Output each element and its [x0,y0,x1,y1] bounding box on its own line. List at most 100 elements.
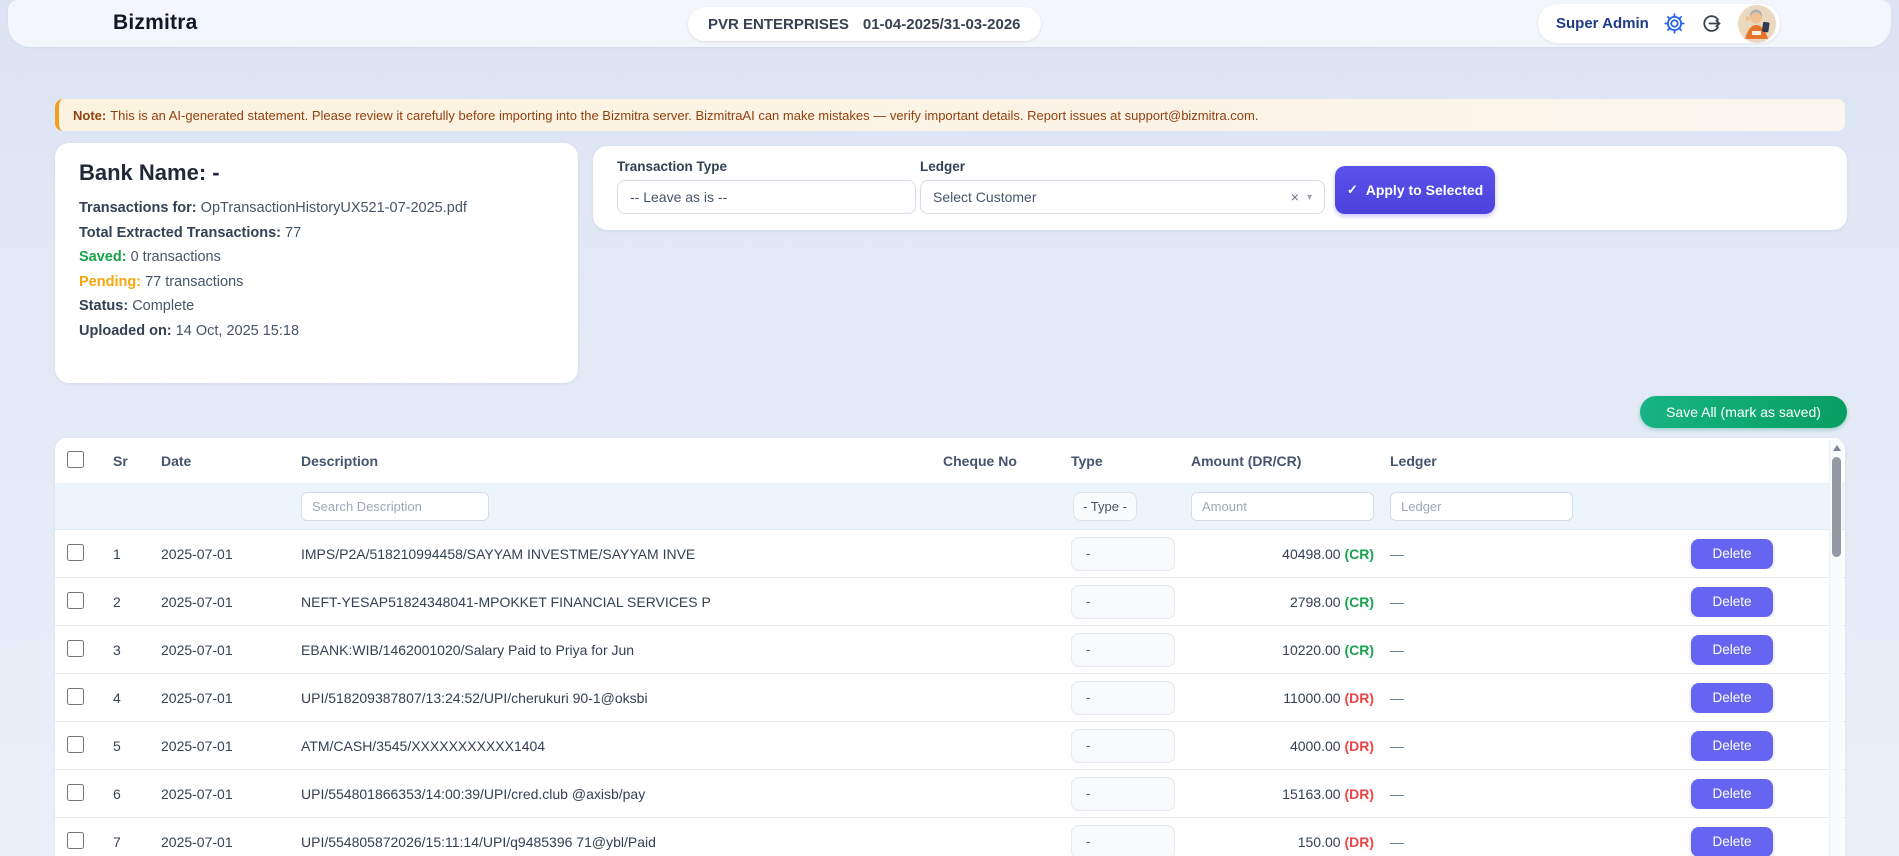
row-date: 2025-07-01 [161,737,233,754]
row-sr: 7 [113,833,121,850]
table-row: 3 2025-07-01 EBANK:WIB/1462001020/Salary… [55,626,1845,674]
delete-button[interactable]: Delete [1691,730,1773,761]
table-row: 5 2025-07-01 ATM/CASH/3545/XXXXXXXXXXX14… [55,722,1845,770]
row-date: 2025-07-01 [161,785,233,802]
row-type-select[interactable]: - [1071,824,1175,856]
ledger-field: Ledger Select Customer × ▾ [920,159,1325,214]
ledger-filter-input[interactable] [1390,492,1573,521]
scroll-up-arrow-icon[interactable] [1833,445,1841,451]
row-ledger: — [1390,641,1404,658]
scrollbar-thumb[interactable] [1832,457,1841,557]
drcr-badge: (DR) [1344,689,1374,706]
drcr-badge: (DR) [1344,737,1374,754]
uploaded-line: Uploaded on: 14 Oct, 2025 15:18 [79,322,300,339]
user-avatar[interactable] [1737,4,1776,43]
org-pill: PVR ENTERPRISES 01-04-2025/31-03-2026 [688,7,1041,41]
search-description-input[interactable] [301,492,489,521]
row-date: 2025-07-01 [161,593,233,610]
row-type-select[interactable]: - [1071,680,1175,715]
drcr-badge: (CR) [1344,641,1374,658]
row-checkbox[interactable] [67,735,84,753]
row-description: IMPS/P2A/518210994458/SAYYAM INVESTME/SA… [301,545,696,562]
drcr-badge: (DR) [1344,785,1374,802]
row-ledger: — [1390,833,1404,850]
row-checkbox[interactable] [67,639,84,657]
status-line: Status: Complete [79,298,195,314]
delete-button[interactable]: Delete [1691,826,1773,856]
delete-button[interactable]: Delete [1691,634,1773,665]
select-all-checkbox[interactable] [67,450,84,468]
row-sr: 1 [113,545,121,562]
delete-button[interactable]: Delete [1691,682,1773,713]
row-description: NEFT-YESAP51824348041-MPOKKET FINANCIAL … [301,593,711,610]
row-description: ATM/CASH/3545/XXXXXXXXXXX1404 [301,737,546,754]
row-type-select[interactable]: - [1071,728,1175,763]
delete-button[interactable]: Delete [1691,778,1773,809]
fiscal-year: 01-04-2025/31-03-2026 [862,15,1021,33]
row-type-select[interactable]: - [1071,536,1175,571]
table-row: 1 2025-07-01 IMPS/P2A/518210994458/SAYYA… [55,530,1845,578]
row-sr: 4 [113,689,121,706]
ledger-select[interactable]: Select Customer × ▾ [920,180,1325,214]
table-header-row: Sr Date Description Cheque No Type Amoun… [55,438,1845,484]
table-row: 2 2025-07-01 NEFT-YESAP51824348041-MPOKK… [55,578,1845,626]
row-date: 2025-07-01 [161,641,233,658]
brand-logo: Bizmitra [113,11,198,34]
ai-note-banner: Note: This is an AI-generated statement.… [55,99,1845,131]
row-type-select[interactable]: - [1071,584,1175,619]
row-description: UPI/554805872026/15:11:14/UPI/q9485396 7… [301,833,656,850]
transaction-type-select[interactable]: -- Leave as is -- [617,180,916,214]
chevron-down-icon: ▾ [1306,191,1312,203]
note-text: This is an AI-generated statement. Pleas… [110,107,1259,123]
col-amount: Amount (DR/CR) [1191,452,1302,469]
user-role-label: Super Admin [1556,15,1649,32]
app-header: Bizmitra PVR ENTERPRISES 01-04-2025/31-0… [8,0,1891,47]
row-ledger: — [1390,593,1404,610]
row-checkbox[interactable] [67,543,84,561]
row-description: EBANK:WIB/1462001020/Salary Paid to Priy… [301,641,635,658]
row-ledger: — [1390,545,1404,562]
pending-line: Pending: 77 transactions [79,273,244,290]
table-body: 1 2025-07-01 IMPS/P2A/518210994458/SAYYA… [55,530,1845,856]
row-checkbox[interactable] [67,591,84,609]
table-scrollbar[interactable] [1829,440,1842,856]
delete-button[interactable]: Delete [1691,538,1773,569]
row-sr: 6 [113,785,121,802]
row-date: 2025-07-01 [161,833,233,850]
transaction-type-label: Transaction Type [617,159,728,174]
user-pill: Super Admin [1538,4,1780,43]
row-description: UPI/554801866353/14:00:39/UPI/cred.club … [301,785,646,802]
type-filter-select[interactable]: - Type - [1073,492,1137,521]
check-icon: ✓ [1346,182,1358,197]
clear-selection-icon[interactable]: × [1291,190,1299,204]
settings-gear-icon[interactable] [1664,13,1686,35]
col-cheque-no: Cheque No [943,452,1017,469]
row-description: UPI/518209387807/13:24:52/UPI/cherukuri … [301,689,648,706]
row-type-select[interactable]: - [1071,776,1175,811]
saved-line: Saved: 0 transactions [79,249,221,265]
table-row: 4 2025-07-01 UPI/518209387807/13:24:52/U… [55,674,1845,722]
row-sr: 3 [113,641,121,658]
amount-filter-input[interactable] [1191,492,1374,521]
apply-to-selected-button[interactable]: ✓ Apply to Selected [1335,166,1495,214]
delete-button[interactable]: Delete [1691,586,1773,617]
row-type-select[interactable]: - [1071,632,1175,667]
total-extracted-line: Total Extracted Transactions: 77 [79,224,302,241]
row-checkbox[interactable] [67,687,84,705]
table-row: 6 2025-07-01 UPI/554801866353/14:00:39/U… [55,770,1845,818]
drcr-badge: (CR) [1344,593,1374,610]
row-amount-cell: 4000.00 (DR) [1289,737,1374,754]
table-row: 7 2025-07-01 UPI/554805872026/15:11:14/U… [55,818,1845,856]
col-ledger: Ledger [1390,452,1437,469]
transaction-type-field: Transaction Type -- Leave as is -- [617,159,916,214]
col-type: Type [1071,452,1103,469]
row-checkbox[interactable] [67,831,84,849]
note-label: Note: [73,107,107,123]
drcr-badge: (DR) [1344,833,1374,850]
logout-icon[interactable] [1701,13,1723,35]
transactions-table: Sr Date Description Cheque No Type Amoun… [55,438,1845,856]
col-date: Date [161,452,192,469]
row-checkbox[interactable] [67,783,84,801]
save-all-button[interactable]: Save All (mark as saved) [1640,396,1847,428]
transactions-for-line: Transactions for: OpTransactionHistoryUX… [79,200,467,216]
